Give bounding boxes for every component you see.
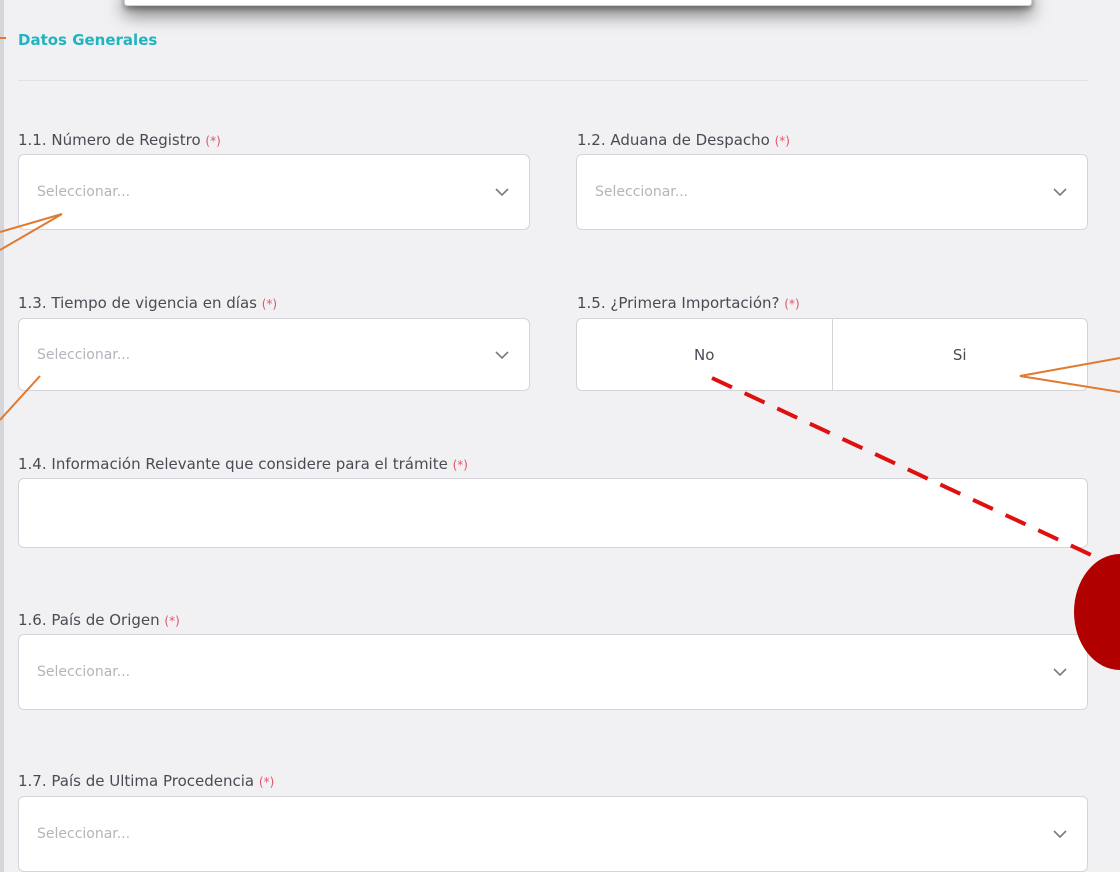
pais-procedencia-label-text: 1.7. País de Ultima Procedencia xyxy=(18,772,255,790)
chevron-down-icon xyxy=(1053,830,1067,839)
pais-procedencia-label: 1.7. País de Ultima Procedencia (*) xyxy=(18,772,274,790)
pais-origen-placeholder: Seleccionar... xyxy=(37,664,131,680)
aduana-label: 1.2. Aduana de Despacho (*) xyxy=(577,131,790,149)
chevron-down-icon xyxy=(1053,668,1067,677)
required-marker: (*) xyxy=(261,297,278,311)
section-divider xyxy=(18,80,1088,81)
aduana-select[interactable]: Seleccionar... xyxy=(576,154,1088,230)
chevron-down-icon xyxy=(495,188,509,197)
registro-label-text: 1.1. Número de Registro xyxy=(18,131,201,149)
required-marker: (*) xyxy=(452,458,468,472)
primera-importacion-label: 1.5. ¿Primera Importación? (*) xyxy=(577,294,800,312)
required-marker: (*) xyxy=(258,775,275,789)
required-marker: (*) xyxy=(164,614,180,628)
required-marker: (*) xyxy=(205,134,221,148)
page-left-edge xyxy=(0,0,4,872)
option-si-button[interactable]: Si xyxy=(833,319,1088,390)
pais-procedencia-placeholder: Seleccionar... xyxy=(37,826,131,842)
required-marker: (*) xyxy=(784,297,800,311)
aduana-label-text: 1.2. Aduana de Despacho xyxy=(577,131,770,149)
aduana-placeholder: Seleccionar... xyxy=(595,184,689,200)
chevron-down-icon xyxy=(495,350,509,359)
registro-select[interactable]: Seleccionar... xyxy=(18,154,530,230)
primera-importacion-toggle: No Si xyxy=(576,318,1088,391)
informacion-input[interactable] xyxy=(18,478,1088,548)
vigencia-label-text: 1.3. Tiempo de vigencia en días xyxy=(18,294,257,312)
required-marker: (*) xyxy=(774,134,790,148)
section-title: Datos Generales xyxy=(18,31,158,49)
vigencia-select[interactable]: Seleccionar... xyxy=(18,318,530,391)
primera-importacion-label-text: 1.5. ¿Primera Importación? xyxy=(577,294,780,312)
pais-origen-label-text: 1.6. País de Origen xyxy=(18,611,160,629)
overlay-card xyxy=(124,0,1032,6)
informacion-label: 1.4. Información Relevante que considere… xyxy=(18,455,468,473)
informacion-label-text: 1.4. Información Relevante que considere… xyxy=(18,455,448,473)
registro-label: 1.1. Número de Registro (*) xyxy=(18,131,221,149)
registro-placeholder: Seleccionar... xyxy=(37,184,131,200)
vigencia-label: 1.3. Tiempo de vigencia en días (*) xyxy=(18,294,277,312)
pais-procedencia-select[interactable]: Seleccionar... xyxy=(18,796,1088,872)
pais-origen-label: 1.6. País de Origen (*) xyxy=(18,611,180,629)
option-no-button[interactable]: No xyxy=(577,319,832,390)
vigencia-placeholder: Seleccionar... xyxy=(37,346,131,363)
chevron-down-icon xyxy=(1053,188,1067,197)
pais-origen-select[interactable]: Seleccionar... xyxy=(18,634,1088,710)
